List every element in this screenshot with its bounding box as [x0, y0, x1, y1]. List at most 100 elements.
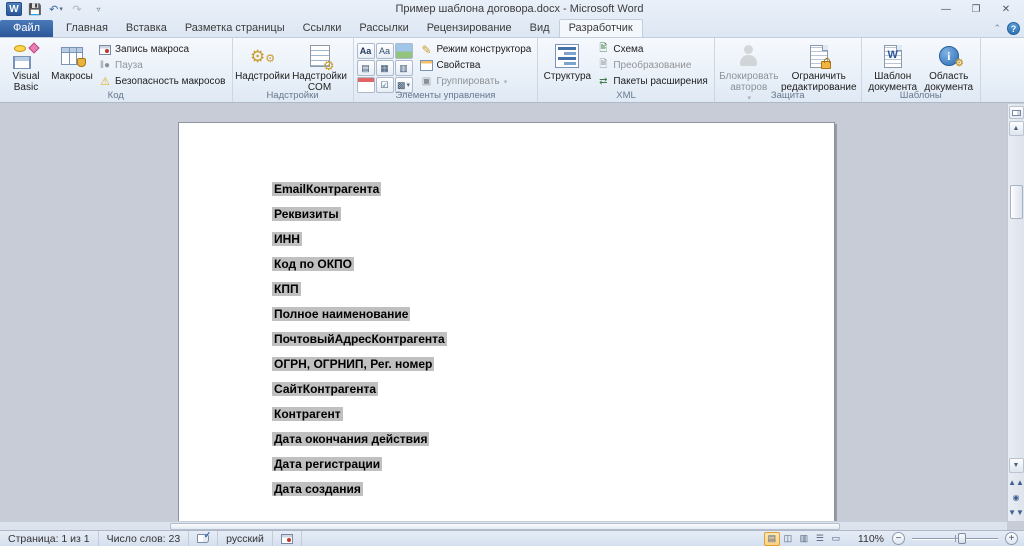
- horizontal-scrollbar-thumb[interactable]: [170, 523, 840, 530]
- ribbon-group-protection: Блокировать авторов ▾ Ограничить редакти…: [715, 38, 862, 102]
- field-placeholder[interactable]: КПП: [272, 282, 301, 296]
- previous-page-button[interactable]: ▲▲: [1009, 475, 1024, 489]
- tab-references[interactable]: Ссылки: [294, 20, 351, 37]
- browse-buttons: ▲▲ ◉ ▼▼: [1009, 474, 1024, 521]
- view-switcher: ▤ ◫ ▥ ☰ ▭: [764, 532, 844, 546]
- control-plaintext-button[interactable]: Aa: [376, 43, 394, 59]
- field-placeholder[interactable]: Контрагент: [272, 407, 343, 421]
- tab-page-layout[interactable]: Разметка страницы: [176, 20, 294, 37]
- quick-access-toolbar: W 💾 ↶▾ ↷ ▿: [2, 2, 107, 17]
- macros-button[interactable]: Макросы: [49, 40, 95, 85]
- save-button[interactable]: 💾: [26, 2, 44, 17]
- tab-mailings[interactable]: Рассылки: [350, 20, 417, 37]
- visual-basic-button[interactable]: Visual Basic: [3, 40, 49, 96]
- document-panel-button[interactable]: i⚙ Область документа: [921, 40, 977, 96]
- macro-record-indicator[interactable]: [273, 531, 302, 546]
- tab-view[interactable]: Вид: [521, 20, 559, 37]
- field-placeholder[interactable]: ПочтовыйАдресКонтрагента: [272, 332, 447, 346]
- language-indicator[interactable]: русский: [218, 531, 273, 546]
- horizontal-scrollbar[interactable]: [0, 521, 1007, 530]
- proofing-book-icon: [197, 534, 209, 543]
- minimize-button[interactable]: —: [932, 2, 960, 17]
- properties-button[interactable]: Свойства: [417, 58, 535, 73]
- vertical-scrollbar[interactable]: ▲ ▼ ▲▲ ◉ ▼▼: [1007, 104, 1024, 521]
- field-placeholder[interactable]: Полное наименование: [272, 307, 410, 321]
- close-button[interactable]: ✕: [992, 2, 1020, 17]
- control-gallery-button[interactable]: ▤: [357, 60, 375, 76]
- zoom-slider-thumb[interactable]: [958, 533, 966, 544]
- scrollbar-thumb[interactable]: [1010, 185, 1023, 219]
- field-placeholder[interactable]: Дата регистрации: [272, 457, 382, 471]
- scrollbar-track[interactable]: [1009, 137, 1024, 457]
- tab-home[interactable]: Главная: [57, 20, 117, 37]
- group-label-protection: Защита: [715, 90, 861, 101]
- group-controls-button: ▣ Группировать ▾: [417, 74, 535, 89]
- structure-button[interactable]: Структура: [541, 40, 593, 85]
- status-bar: Страница: 1 из 1 Число слов: 23 русский …: [0, 530, 1024, 546]
- field-placeholder[interactable]: ОГРН, ОГРНИП, Рег. номер: [272, 357, 434, 371]
- macro-security-button[interactable]: ⚠ Безопасность макросов: [95, 74, 229, 89]
- view-outline-button[interactable]: ☰: [812, 532, 828, 546]
- undo-dropdown-icon: ▾: [59, 5, 63, 13]
- view-draft-button[interactable]: ▭: [828, 532, 844, 546]
- proofing-status[interactable]: [189, 531, 218, 546]
- view-fullscreen-reading-button[interactable]: ◫: [780, 532, 796, 546]
- restore-button[interactable]: ❐: [962, 2, 990, 17]
- field-placeholder[interactable]: Дата создания: [272, 482, 363, 496]
- tab-developer[interactable]: Разработчик: [559, 19, 643, 38]
- qat-customize-button[interactable]: ▿: [89, 2, 107, 17]
- scroll-up-button[interactable]: ▲: [1009, 121, 1024, 136]
- word-app-icon[interactable]: W: [5, 2, 23, 17]
- tab-review[interactable]: Рецензирование: [418, 20, 521, 37]
- word-count[interactable]: Число слов: 23: [99, 531, 190, 546]
- zoom-level[interactable]: 110%: [858, 533, 884, 545]
- ribbon-group-addins: ⚙⚙ Надстройки ⚙ Надстройки COM Надстройк…: [233, 38, 354, 102]
- design-mode-icon: ✎: [420, 43, 434, 56]
- zoom-in-button[interactable]: +: [1005, 532, 1018, 545]
- field-placeholder[interactable]: Дата окончания действия: [272, 432, 429, 446]
- field-placeholder[interactable]: ИНН: [272, 232, 302, 246]
- control-picture-button[interactable]: [395, 43, 413, 59]
- undo-icon: ↶: [49, 3, 58, 16]
- expansion-packs-button[interactable]: ⇄ Пакеты расширения: [593, 74, 710, 89]
- word-window: W 💾 ↶▾ ↷ ▿ Пример шаблона договора.docx …: [0, 0, 1024, 546]
- tabrow-right-controls: ⌃ ?: [993, 22, 1020, 35]
- properties-icon: [420, 59, 434, 72]
- browse-object-button[interactable]: ◉: [1009, 490, 1024, 504]
- view-print-layout-button[interactable]: ▤: [764, 532, 780, 546]
- ribbon-group-controls: Aa Aa ▤ ▦ ▥ ☑ ▩▾ ✎ Режим конструктора Св…: [354, 38, 539, 102]
- document-page[interactable]: EmailКонтрагента Реквизиты ИНН Код по ОК…: [178, 122, 835, 542]
- structure-icon: [554, 43, 580, 69]
- tab-file[interactable]: Файл: [0, 20, 53, 37]
- field-placeholder[interactable]: Реквизиты: [272, 207, 341, 221]
- zoom-out-button[interactable]: −: [892, 532, 905, 545]
- next-page-button[interactable]: ▼▼: [1009, 505, 1024, 519]
- field-placeholder[interactable]: Код по ОКПО: [272, 257, 354, 271]
- design-mode-button[interactable]: ✎ Режим конструктора: [417, 42, 535, 57]
- ribbon-group-xml: Структура 🖹 Схема 🗎 Преобразование ⇄ Пак…: [538, 38, 714, 102]
- record-macro-button[interactable]: Запись макроса: [95, 42, 229, 57]
- redo-button[interactable]: ↷: [68, 2, 86, 17]
- control-dropdown-button[interactable]: ▥: [395, 60, 413, 76]
- zoom-slider[interactable]: [912, 532, 998, 545]
- field-placeholder[interactable]: СайтКонтрагента: [272, 382, 378, 396]
- control-combobox-button[interactable]: ▦: [376, 60, 394, 76]
- com-addins-button[interactable]: ⚙ Надстройки COM: [290, 40, 350, 96]
- scroll-down-button[interactable]: ▼: [1009, 458, 1024, 473]
- ribbon-developer: Visual Basic Макросы Запись макроса ‖● П…: [0, 37, 1024, 103]
- schema-button[interactable]: 🖹 Схема: [593, 42, 710, 57]
- help-button[interactable]: ?: [1007, 22, 1020, 35]
- control-richtext-button[interactable]: Aa: [357, 43, 375, 59]
- view-web-layout-button[interactable]: ▥: [796, 532, 812, 546]
- ribbon-collapse-icon[interactable]: ⌃: [993, 23, 1001, 34]
- field-placeholder[interactable]: EmailКонтрагента: [272, 182, 381, 196]
- ruler-toggle-button[interactable]: [1009, 106, 1024, 119]
- addins-button[interactable]: ⚙⚙ Надстройки: [236, 40, 290, 85]
- restrict-editing-button[interactable]: Ограничить редактирование: [780, 40, 858, 96]
- page-indicator[interactable]: Страница: 1 из 1: [0, 531, 99, 546]
- undo-button[interactable]: ↶▾: [47, 2, 65, 17]
- document-template-button[interactable]: W Шаблон документа: [865, 40, 921, 96]
- word-logo-icon: W: [6, 2, 22, 16]
- tab-insert[interactable]: Вставка: [117, 20, 176, 37]
- transformation-icon: 🗎: [596, 59, 610, 72]
